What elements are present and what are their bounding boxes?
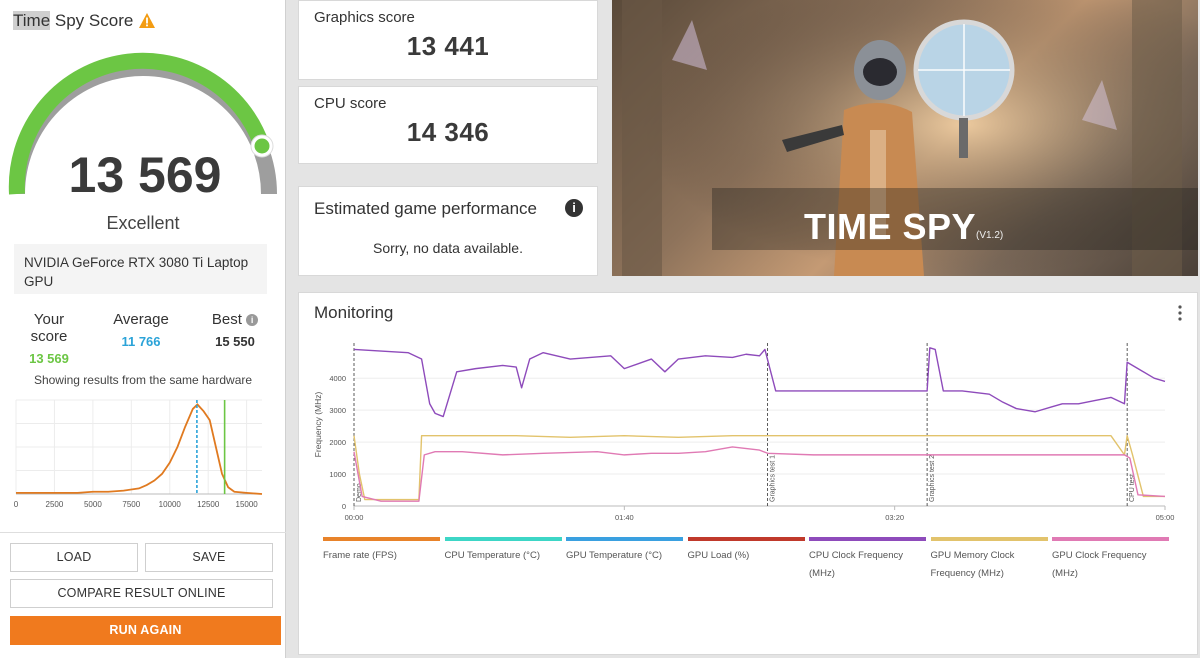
score-distribution-chart: 0 2500 5000 7500 10000 12500 15000 <box>14 399 263 509</box>
score-title-highlight: Time <box>13 11 51 30</box>
banner-title: TIME SPY <box>804 206 977 247</box>
y-tick-label: 4000 <box>329 374 346 383</box>
load-button[interactable]: LOAD <box>10 543 138 572</box>
event-marker-label: Graphics test 2 <box>929 455 936 502</box>
cpu-score-card: CPU score 14 346 <box>298 86 598 164</box>
legend-label: CPU Temperature (°C) <box>444 550 540 561</box>
x-tick-label: 05:00 <box>1156 513 1175 522</box>
run-again-button[interactable]: RUN AGAIN <box>10 616 281 645</box>
x-tick-label: 0 <box>14 500 19 509</box>
x-tick-label: 7500 <box>122 500 140 509</box>
legend-item[interactable]: GPU Clock Frequency (MHz) <box>1052 537 1169 583</box>
save-button[interactable]: SAVE <box>145 543 273 572</box>
score-title: Time Spy Score <box>13 11 133 31</box>
average-score-label: Average <box>113 311 169 328</box>
benchmark-banner: TIME SPY (V1.2) <box>612 0 1198 276</box>
graphics-score-value: 13 441 <box>406 31 490 61</box>
game-performance-title: Estimated game performance <box>314 199 537 218</box>
monitoring-card: Monitoring 0 1000 2000 3000 4000 Frequency (M… <box>298 292 1198 655</box>
legend-swatch <box>323 537 440 541</box>
y-tick-label: 2000 <box>329 438 346 447</box>
series-line <box>353 347 1166 418</box>
legend-label: GPU Clock Frequency (MHz) <box>1052 550 1147 579</box>
legend-item[interactable]: GPU Memory Clock Frequency (MHz) <box>930 537 1048 583</box>
compare-result-online-button[interactable]: COMPARE RESULT ONLINE <box>10 579 273 608</box>
x-tick-label: 10000 <box>159 500 182 509</box>
same-hardware-note: Showing results from the same hardware <box>33 373 253 387</box>
y-tick-label: 1000 <box>329 470 346 479</box>
legend-swatch <box>809 537 926 541</box>
info-icon[interactable]: i <box>246 314 259 326</box>
gpu-name: NVIDIA GeForce RTX 3080 Ti Laptop GPU <box>14 244 267 294</box>
best-score-label: Best <box>211 311 242 328</box>
score-panel: Time Spy Score 13 569 Excellent NVIDIA G… <box>0 0 286 658</box>
x-tick-label: 2500 <box>46 500 64 509</box>
x-tick-label: 01:40 <box>615 513 634 522</box>
legend-swatch <box>1052 537 1169 541</box>
overall-score: 13 569 <box>68 147 222 203</box>
score-title-rest: Spy Score <box>50 11 134 30</box>
graphics-score-card: Graphics score 13 441 <box>298 0 598 80</box>
game-performance-message: Sorry, no data available. <box>373 240 523 256</box>
info-icon[interactable]: i <box>565 199 583 217</box>
best-score-stat: Best i 15 550 <box>200 311 270 349</box>
monitoring-legend: Frame rate (FPS) CPU Temperature (°C) GPU … <box>323 537 1193 587</box>
your-score-label: Your score <box>30 311 68 345</box>
divider <box>0 532 286 533</box>
event-marker-label: CPU test <box>1129 474 1136 502</box>
legend-swatch <box>687 537 805 541</box>
legend-swatch <box>444 537 562 541</box>
graphics-score-label: Graphics score <box>314 9 415 26</box>
your-score-stat: Your score 13 569 <box>14 311 84 366</box>
warning-icon[interactable] <box>139 13 155 28</box>
average-score-stat: Average 11 766 <box>108 311 174 349</box>
legend-label: Frame rate (FPS) <box>323 550 397 561</box>
banner-version: (V1.2) <box>976 230 1004 241</box>
series-line <box>353 435 1165 501</box>
legend-item[interactable]: GPU Load (%) <box>687 537 805 565</box>
y-tick-label: 0 <box>342 502 346 511</box>
x-tick-label: 15000 <box>236 500 259 509</box>
best-score-value: 15 550 <box>215 334 255 349</box>
legend-item[interactable]: CPU Clock Frequency (MHz) <box>809 537 926 583</box>
legend-item[interactable]: GPU Temperature (°C) <box>566 537 683 565</box>
legend-swatch <box>930 537 1048 541</box>
game-performance-card: Estimated game performance i Sorry, no d… <box>298 186 598 276</box>
x-tick-label: 12500 <box>197 500 220 509</box>
more-vert-icon[interactable] <box>1177 305 1183 321</box>
legend-label: GPU Memory Clock Frequency (MHz) <box>930 550 1015 579</box>
y-axis-label: Frequency (MHz) <box>313 392 323 458</box>
average-score-value: 11 766 <box>121 334 161 349</box>
cpu-score-label: CPU score <box>314 95 387 112</box>
x-tick-label: 00:00 <box>345 513 364 522</box>
y-tick-label: 3000 <box>329 406 346 415</box>
legend-label: GPU Load (%) <box>687 550 750 561</box>
legend-label: GPU Temperature (°C) <box>566 550 663 561</box>
x-tick-label: 5000 <box>84 500 102 509</box>
score-rating: Excellent <box>106 213 180 233</box>
legend-item[interactable]: CPU Temperature (°C) <box>444 537 562 565</box>
event-marker-label: Graphics test 1 <box>770 455 777 502</box>
legend-label: CPU Clock Frequency (MHz) <box>809 550 903 579</box>
your-score-value: 13 569 <box>29 351 69 366</box>
legend-item[interactable]: Frame rate (FPS) <box>323 537 440 565</box>
legend-swatch <box>566 537 683 541</box>
cpu-score-value: 14 346 <box>406 117 490 147</box>
monitoring-title: Monitoring <box>314 303 394 322</box>
monitoring-chart: 0 1000 2000 3000 4000 Frequency (MHz) 00:00 01:… <box>313 343 1175 522</box>
x-tick-label: 03:20 <box>885 513 904 522</box>
